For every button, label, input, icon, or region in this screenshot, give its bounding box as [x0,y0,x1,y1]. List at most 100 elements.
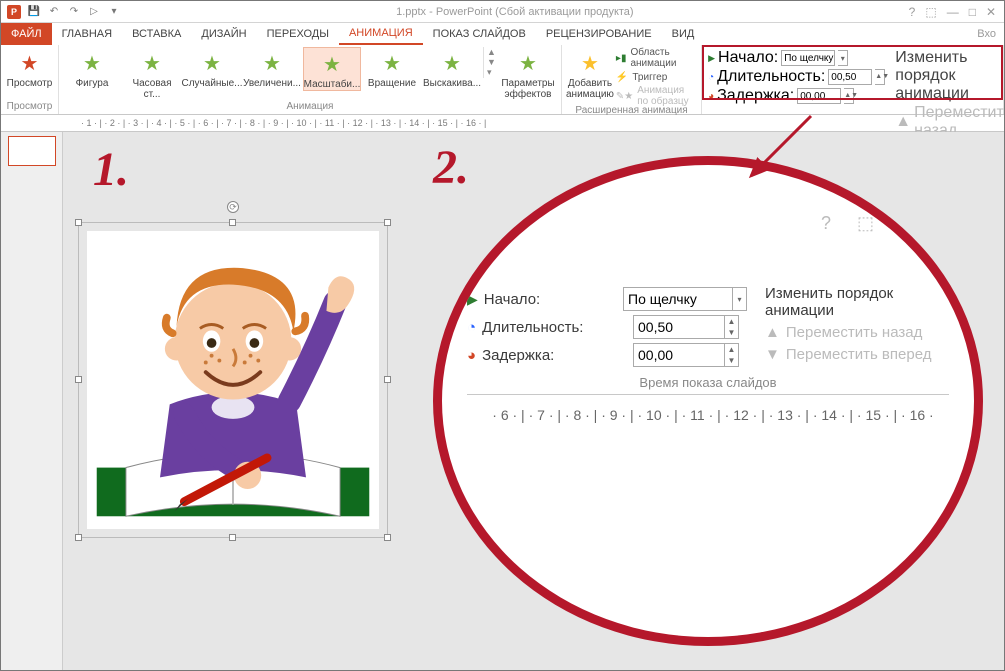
save-button[interactable]: 💾 [27,5,41,19]
close-button[interactable]: ✕ [986,5,996,19]
resize-handle-w[interactable] [75,376,82,383]
help-button[interactable]: ? [909,5,916,19]
title-bar: P 💾 ↶ ↷ ▷ ▾ 1.pptx - PowerPoint (Сбой ак… [1,1,1004,23]
zoom-ruler: · 6 · | · 7 · | · 8 · | · 9 · | · 10 · |… [467,407,949,423]
qat-more-button[interactable]: ▾ [107,5,121,19]
zoom-move-later: ▼Переместить вперед [765,346,949,363]
start-select[interactable] [781,50,835,66]
zoom-move-earlier: ▲Переместить назад [765,324,949,341]
rotate-handle[interactable]: ⟳ [227,201,239,213]
clipart-boy-writing [87,231,379,529]
resize-handle-n[interactable] [229,219,236,226]
zoom-delay-icon: ◕ [467,347,476,364]
tab-insert[interactable]: ВСТАВКА [122,23,191,45]
effect-spin[interactable]: ★Вращение [363,47,421,89]
zoom-ribbon-icon: ⬚ [857,213,874,234]
animation-painter-button: ✎★Анимация по образцу [616,87,697,105]
star-icon: ★ [383,51,401,76]
resize-handle-nw[interactable] [75,219,82,226]
effect-random[interactable]: ★Случайные... [183,47,241,89]
delay-input[interactable] [797,88,841,104]
pane-icon: ▸▮ [616,53,627,64]
magnifier-circle: ? ⬚ ▶Начало: ▾ ◔Длительност [433,156,983,646]
preview-icon: ★ [21,51,39,76]
group-advanced-label: Расширенная анимация [566,105,697,118]
login-link[interactable]: Вхо [977,23,1004,45]
zoom-delay-input[interactable] [633,343,725,367]
tab-slideshow[interactable]: ПОКАЗ СЛАЙДОВ [423,23,536,45]
animation-pane-button[interactable]: ▸▮Область анимации [616,49,697,67]
duration-spinner[interactable]: ▲▼ [875,69,885,85]
zoom-help-icon: ? [821,213,831,234]
zoom-window-controls: ? ⬚ [821,213,874,234]
ribbon-toggle-button[interactable]: ⬚ [925,5,936,19]
powerpoint-icon: P [7,5,21,19]
ribbon-tabs: ФАЙЛ ГЛАВНАЯ ВСТАВКА ДИЗАЙН ПЕРЕХОДЫ АНИ… [1,23,1004,45]
group-preview: ★ Просмотр Просмотр [1,45,59,114]
redo-button[interactable]: ↷ [67,5,81,19]
zoom-duration-input[interactable] [633,315,725,339]
gallery-more-button[interactable]: ▲▼▾ [483,47,497,78]
tab-transitions[interactable]: ПЕРЕХОДЫ [257,23,339,45]
tab-design[interactable]: ДИЗАЙН [191,23,256,45]
duration-input[interactable] [828,69,872,85]
zoom-delay-label: Задержка: [482,347,554,364]
add-animation-button[interactable]: ★Добавить анимацию [566,47,614,100]
zoom-start-label: Начало: [484,291,540,308]
group-animation-gallery: ★Фигура ★Часовая ст... ★Случайные... ★Ув… [59,45,562,114]
effect-grow[interactable]: ★Увеличени... [243,47,301,89]
tab-file[interactable]: ФАЙЛ [1,23,52,45]
trigger-button[interactable]: ⚡Триггер [616,68,697,86]
delay-spinner[interactable]: ▲▼ [844,88,854,104]
delay-icon: ◕ [708,91,714,102]
star-icon: ★ [143,51,161,76]
tab-animation[interactable]: АНИМАЦИЯ [339,23,423,45]
preview-button[interactable]: ★ Просмотр [5,47,54,89]
triangle-down-icon: ▼ [765,346,780,363]
slide-thumbnail-panel [1,132,63,670]
resize-handle-s[interactable] [229,534,236,541]
effect-figure[interactable]: ★Фигура [63,47,121,89]
delay-label: Задержка: [717,87,794,105]
effect-options-button[interactable]: ★Параметры эффектов [499,47,557,100]
undo-button[interactable]: ↶ [47,5,61,19]
group-advanced: ★Добавить анимацию ▸▮Область анимации ⚡Т… [562,45,702,114]
add-animation-icon: ★ [581,51,599,76]
tab-home[interactable]: ГЛАВНАЯ [52,23,122,45]
zoom-play-icon: ▶ [467,291,478,308]
zoom-reorder: Изменить порядок анимации ▲Переместить н… [765,285,949,369]
resize-handle-ne[interactable] [384,219,391,226]
resize-handle-se[interactable] [384,534,391,541]
effect-clock[interactable]: ★Часовая ст... [123,47,181,100]
zoom-group-label: Время показа слайдов [467,375,949,390]
star-icon: ★ [263,51,281,76]
trigger-icon: ⚡ [616,72,628,83]
maximize-button[interactable]: □ [969,5,976,19]
zoom-duration-label: Длительность: [482,319,583,336]
star-icon: ★ [203,51,221,76]
slide-thumbnail-1[interactable] [8,136,56,166]
zoom-clock-icon: ◔ [467,319,476,336]
start-dropdown-button[interactable]: ▾ [838,50,848,66]
selected-image-frame[interactable]: ⟳ [78,222,388,538]
group-preview-label: Просмотр [5,101,54,114]
zoom-duration-spinner[interactable]: ▲▼ [725,315,739,339]
triangle-up-icon: ▲ [895,113,911,131]
zoom-reorder-title: Изменить порядок анимации [765,285,949,319]
minimize-button[interactable]: — [947,5,959,19]
tab-view[interactable]: ВИД [662,23,705,45]
zoom-start-select[interactable] [623,287,733,311]
zoom-delay-spinner[interactable]: ▲▼ [725,343,739,367]
resize-handle-e[interactable] [384,376,391,383]
zoom-start-dropdown[interactable]: ▾ [733,287,747,311]
annotation-1: 1. [93,142,129,197]
zoom-timing-panel: ▶ Начало: ▾ ◔ Длительность: ▲▼ [467,285,949,423]
star-icon: ★ [83,51,101,76]
tab-review[interactable]: РЕЦЕНЗИРОВАНИЕ [536,23,662,45]
effect-bounce[interactable]: ★Выскакива... [423,47,481,89]
play-icon: ▶ [708,53,715,64]
group-timing: ▶Начало: ▾ ◔Длительность: ▲▼ ◕Задержка: … [702,45,1004,114]
resize-handle-sw[interactable] [75,534,82,541]
start-slideshow-button[interactable]: ▷ [87,5,101,19]
effect-zoom[interactable]: ★Масштаби... [303,47,361,91]
